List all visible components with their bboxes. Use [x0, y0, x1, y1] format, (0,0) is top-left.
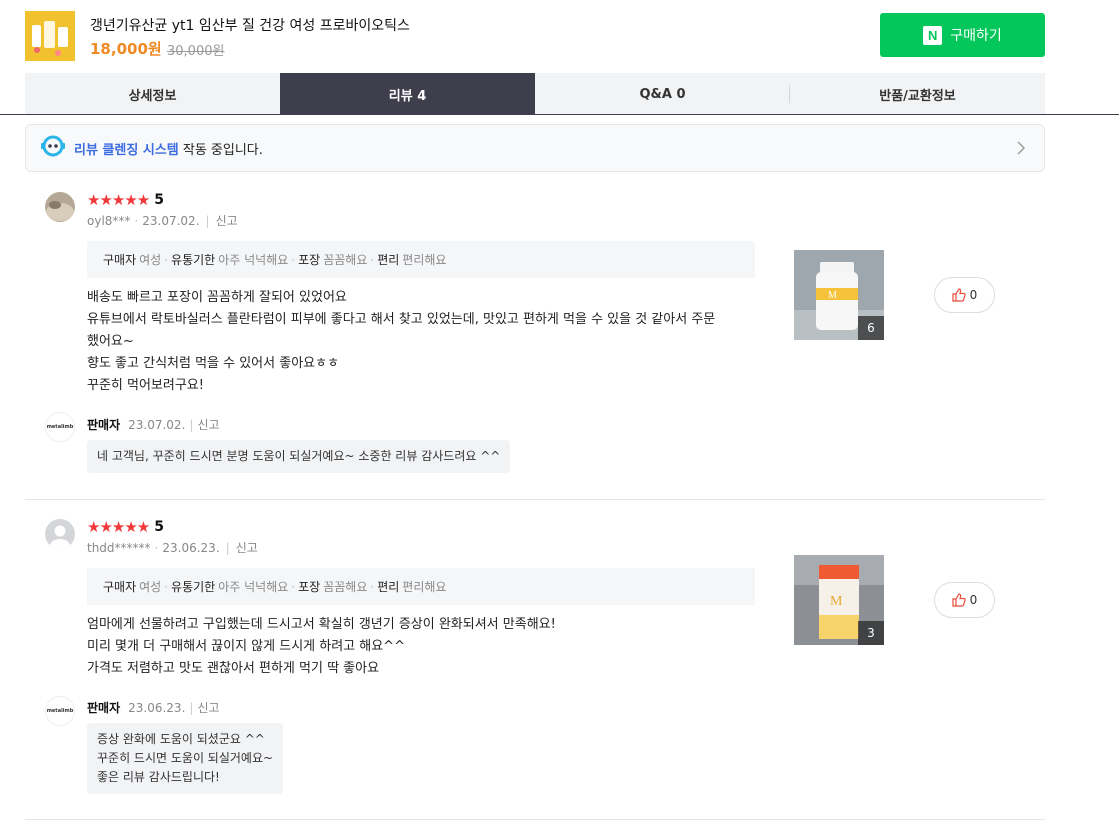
attr-value: 아주 넉넉해요 [218, 253, 289, 267]
rating-score: 5 [154, 192, 164, 208]
avatar [45, 519, 75, 549]
review-line: 미리 몇개 더 구매해서 끊이지 않게 드시게 하려고 해요^^ [87, 639, 405, 654]
seller-reply-meta: 판매자 23.06.23. | 신고 [87, 701, 220, 715]
attr-value: 편리해요 [402, 580, 447, 594]
star-rating-icon: ★★★★★ [87, 517, 150, 536]
review-line: 했어요~ [87, 334, 134, 349]
cleansing-banner-text: 리뷰 클렌징 시스템 작동 중입니다. [74, 139, 263, 158]
original-price: 30,000원 [167, 44, 225, 59]
attr-value: 여성 [139, 580, 162, 594]
rating: ★★★★★ 5 [87, 519, 164, 535]
cleansing-system-link: 리뷰 클렌징 시스템 [74, 142, 179, 158]
chevron-right-icon [1016, 140, 1026, 160]
like-count: 0 [969, 288, 978, 302]
product-title: 갱년기유산균 yt1 임산부 질 건강 여성 프로바이오틱스 [90, 18, 410, 34]
buy-button[interactable]: N 구매하기 [880, 13, 1045, 57]
rating: ★★★★★ 5 [87, 192, 164, 208]
tab-reviews[interactable]: 리뷰 4 [280, 73, 535, 115]
review-text: 엄마에게 선물하려고 구입했는데 드시고서 확실히 갱년기 증상이 완화되셔서 … [87, 614, 762, 680]
review-item: ★★★★★ 5 thdd****** · 23.06.23. | 신고 구매자 여성 · 유… [25, 500, 1045, 820]
attr-key: 편리 [377, 580, 400, 594]
review-line: 향도 좋고 간식처럼 먹을 수 있어서 좋아요ㅎㅎ [87, 356, 340, 371]
review-line: 유튜브에서 락토바실러스 플란타럼이 피부에 좋다고 해서 찾고 있었는데, 맛… [87, 312, 716, 327]
review-line: 가격도 저렴하고 맛도 괜찮아서 편하게 먹기 딱 좋아요 [87, 661, 380, 676]
photo-count: 3 [858, 621, 884, 645]
star-rating-icon: ★★★★★ [87, 190, 150, 209]
reviewer-id: oyl8*** [87, 214, 131, 228]
review-photo[interactable]: M 3 [794, 555, 884, 645]
like-button[interactable]: 0 [934, 277, 995, 313]
reviewer-id: thdd****** [87, 541, 151, 555]
reply-line: 꾸준히 드시면 도움이 되실거예요~ [97, 751, 274, 765]
seller-reply: 네 고객님, 꾸준히 드시면 분명 도움이 되실거예요~ 소중한 리뷰 감사드려… [87, 440, 511, 473]
photo-count: 6 [858, 316, 884, 340]
product-header: 갱년기유산균 yt1 임산부 질 건강 여성 프로바이오틱스 18,000원 3… [0, 0, 1119, 73]
seller-reply-meta: 판매자 23.07.02. | 신고 [87, 418, 220, 432]
attr-value: 편리해요 [402, 253, 447, 267]
report-link[interactable]: 신고 [236, 541, 258, 555]
attr-key: 구매자 [103, 580, 137, 594]
attr-value: 여성 [139, 253, 162, 267]
tab-details[interactable]: 상세정보 [25, 73, 280, 115]
seller-label: 판매자 [87, 418, 121, 432]
report-link[interactable]: 신고 [197, 418, 219, 432]
tab-underline [0, 114, 1119, 115]
attr-key: 유통기한 [171, 580, 216, 594]
seller-avatar: metalimb [45, 412, 75, 442]
avatar [45, 192, 75, 222]
seller-avatar: metalimb [45, 696, 75, 726]
review-meta: oyl8*** · 23.07.02. | 신고 [87, 214, 238, 228]
review-attributes: 구매자 여성 · 유통기한 아주 넉넉해요 · 포장 꼼꼼해요 · 편리 편리해요 [87, 241, 755, 278]
naver-pay-icon: N [923, 25, 943, 45]
attr-key: 유통기한 [171, 253, 216, 267]
review-text: 배송도 빠르고 포장이 꼼꼼하게 잘되어 있었어요 유튜브에서 락토바실러스 플… [87, 287, 762, 397]
reply-line: 네 고객님, 꾸준히 드시면 분명 도움이 되실거예요~ 소중한 리뷰 감사드려… [97, 449, 501, 463]
attr-value: 아주 넉넉해요 [218, 580, 289, 594]
product-price: 18,000원 [90, 40, 162, 58]
rating-score: 5 [154, 519, 164, 535]
buy-button-label: 구매하기 [950, 28, 1002, 44]
tab-return-exchange[interactable]: 반품/교환정보 [790, 73, 1045, 115]
reply-date: 23.07.02. [128, 418, 186, 432]
thumbs-up-icon [952, 288, 966, 302]
seller-logo: metalimb [46, 424, 74, 430]
product-thumbnail[interactable] [25, 11, 75, 61]
attr-key: 포장 [298, 253, 321, 267]
review-item: ★★★★★ 5 oyl8*** · 23.07.02. | 신고 구매자 여성 · 유통기한… [25, 172, 1045, 500]
seller-label: 판매자 [87, 701, 121, 715]
attr-key: 편리 [377, 253, 400, 267]
review-line: 꾸준히 먹어보려구요! [87, 378, 204, 393]
seller-reply: 증상 완화에 도움이 되셨군요 ^^ 꾸준히 드시면 도움이 되실거예요~ 좋은… [87, 723, 284, 794]
svg-text:M: M [828, 290, 837, 301]
cleansing-status: 작동 중입니다. [178, 142, 263, 158]
attr-value: 꼼꼼해요 [323, 253, 368, 267]
svg-text:M: M [830, 594, 843, 609]
review-date: 23.07.02. [142, 214, 200, 228]
review-cleansing-banner[interactable]: 리뷰 클렌징 시스템 작동 중입니다. [25, 124, 1045, 172]
tab-qna[interactable]: Q&A 0 [535, 73, 790, 115]
reply-line: 증상 완화에 도움이 되셨군요 ^^ [97, 732, 265, 746]
reply-date: 23.06.23. [128, 701, 186, 715]
attr-key: 포장 [298, 580, 321, 594]
report-link[interactable]: 신고 [216, 214, 238, 228]
review-date: 23.06.23. [162, 541, 220, 555]
review-divider [25, 819, 1045, 820]
tab-bar: 상세정보 리뷰 4 Q&A 0 반품/교환정보 [25, 73, 1045, 115]
review-line: 배송도 빠르고 포장이 꼼꼼하게 잘되어 있었어요 [87, 290, 347, 305]
thumbs-up-icon [952, 593, 966, 607]
attr-key: 구매자 [103, 253, 137, 267]
review-attributes: 구매자 여성 · 유통기한 아주 넉넉해요 · 포장 꼼꼼해요 · 편리 편리해요 [87, 568, 755, 605]
attr-value: 꼼꼼해요 [323, 580, 368, 594]
reply-line: 좋은 리뷰 감사드립니다! [97, 770, 220, 784]
like-count: 0 [969, 593, 978, 607]
like-button[interactable]: 0 [934, 582, 995, 618]
report-link[interactable]: 신고 [197, 701, 219, 715]
review-line: 엄마에게 선물하려고 구입했는데 드시고서 확실히 갱년기 증상이 완화되셔서 … [87, 617, 556, 632]
seller-logo: metalimb [46, 708, 74, 714]
review-photo[interactable]: M 6 [794, 250, 884, 340]
bot-icon [40, 135, 66, 161]
review-meta: thdd****** · 23.06.23. | 신고 [87, 541, 258, 555]
